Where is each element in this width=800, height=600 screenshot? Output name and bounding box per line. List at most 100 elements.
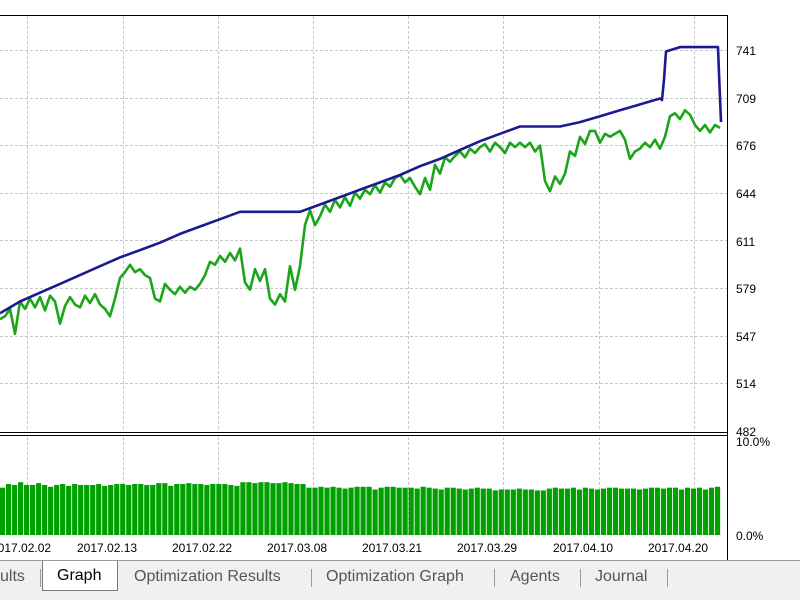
deposit-load-bar — [588, 488, 594, 535]
deposit-load-bar — [258, 482, 264, 535]
price-axis-label: 547 — [736, 330, 756, 344]
tab-separator — [580, 569, 581, 587]
deposit-load-bar — [618, 488, 625, 535]
deposit-load-bar — [474, 487, 480, 535]
date-axis-label: 2017.02.13 — [77, 541, 137, 555]
deposit-load-bar — [342, 488, 348, 535]
deposit-load-bar — [414, 488, 420, 535]
deposit-load-bar — [366, 486, 372, 535]
deposit-load-bar — [222, 484, 228, 535]
deposit-load-bar — [48, 486, 54, 535]
deposit-load-bar — [660, 488, 667, 535]
deposit-load-bar — [606, 487, 613, 535]
date-axis-label: 2017.02.02 — [0, 541, 51, 555]
deposit-load-bar — [132, 484, 138, 535]
date-axis-label: 2017.04.20 — [648, 541, 708, 555]
load-axis-label-max: 10.0% — [736, 435, 770, 449]
deposit-load-bar — [300, 484, 306, 535]
deposit-load-bar — [114, 484, 120, 535]
price-axis-label: 579 — [736, 282, 756, 296]
deposit-load-bar — [192, 484, 198, 535]
deposit-load-bar — [420, 486, 426, 535]
deposit-load-bar — [570, 487, 576, 535]
strategy-tester-panel: 741 709 676 644 611 579 547 514 482 10.0… — [0, 0, 800, 600]
deposit-load-bar — [426, 487, 432, 535]
deposit-load-bar — [30, 484, 36, 535]
deposit-load-bar — [120, 484, 126, 535]
deposit-load-bar — [126, 484, 132, 535]
deposit-load-bar — [384, 486, 390, 535]
deposit-load-bar — [348, 487, 354, 535]
date-axis-label: 2017.04.10 — [553, 541, 613, 555]
deposit-load-bar — [84, 484, 90, 535]
deposit-load-bar — [54, 484, 60, 535]
tab-optimization-results[interactable]: Optimization Results — [134, 564, 281, 590]
deposit-load-bar — [432, 488, 438, 535]
tab-agents[interactable]: Agents — [510, 564, 560, 590]
tab-optimization-graph[interactable]: Optimization Graph — [326, 564, 464, 590]
deposit-load-bar — [42, 484, 48, 535]
deposit-load-bar — [648, 487, 655, 535]
deposit-load-bar — [198, 484, 204, 535]
tab-graph[interactable]: Graph — [42, 561, 118, 591]
deposit-load-bar — [18, 482, 24, 535]
deposit-load-bar — [540, 490, 546, 535]
deposit-load-bar — [6, 484, 12, 535]
deposit-load-bar — [576, 489, 582, 535]
deposit-load-bar — [240, 482, 246, 535]
deposit-load-bar — [174, 484, 180, 535]
deposit-load-bar — [678, 489, 685, 535]
price-axis-label: 709 — [736, 92, 756, 106]
deposit-load-bar — [294, 484, 300, 535]
deposit-load-bar — [522, 489, 528, 535]
deposit-load-bar — [276, 483, 282, 535]
deposit-load-bar — [636, 489, 643, 535]
deposit-load-bar — [354, 486, 360, 535]
tab-journal[interactable]: Journal — [595, 564, 647, 590]
deposit-load-bar — [36, 483, 42, 535]
deposit-load-bar — [246, 482, 252, 535]
tester-tab-bar: ults Graph Optimization Results Optimiza… — [0, 560, 800, 600]
deposit-load-bar — [282, 482, 288, 535]
deposit-load-bar — [252, 483, 258, 535]
tab-separator — [667, 569, 668, 587]
deposit-load-bar — [270, 483, 276, 535]
deposit-load-bar — [402, 487, 408, 535]
price-axis-label: 611 — [736, 235, 755, 249]
deposit-load-bar — [228, 484, 234, 535]
deposit-load-bar — [204, 484, 210, 535]
deposit-load-bar — [210, 484, 216, 535]
deposit-load-bar — [330, 486, 336, 535]
date-axis-label: 2017.03.29 — [457, 541, 517, 555]
tab-results[interactable]: ults — [0, 564, 25, 590]
deposit-load-bar — [582, 487, 588, 535]
deposit-load-bar — [672, 487, 679, 535]
deposit-load-bar — [564, 488, 570, 535]
deposit-load-bar — [462, 489, 468, 535]
price-axis-label: 741 — [736, 44, 756, 58]
deposit-load-bar — [456, 488, 462, 535]
deposit-load-bar — [12, 484, 18, 535]
deposit-load-bar — [138, 484, 144, 535]
deposit-load-bar — [666, 487, 673, 535]
deposit-load-bar — [378, 487, 384, 535]
deposit-load-bar — [306, 487, 312, 535]
deposit-load-bar — [78, 484, 84, 535]
deposit-load-bar — [444, 487, 450, 535]
deposit-load-bar — [438, 489, 444, 535]
price-axis-label: 514 — [736, 377, 756, 391]
deposit-load-bar — [396, 487, 402, 535]
deposit-load-bar — [630, 488, 637, 535]
deposit-load-bar — [324, 487, 330, 535]
deposit-load-bar — [216, 484, 222, 535]
deposit-load-bar — [690, 488, 697, 535]
deposit-load-bar — [336, 487, 342, 535]
deposit-load-bar — [102, 485, 108, 535]
tab-separator — [311, 569, 312, 587]
date-axis-label: 2017.03.21 — [362, 541, 422, 555]
deposit-load-bar — [684, 487, 691, 535]
deposit-load-bar — [186, 483, 192, 535]
deposit-load-bar — [156, 483, 162, 535]
deposit-load-bar — [552, 487, 558, 535]
deposit-load-bar — [162, 483, 168, 535]
